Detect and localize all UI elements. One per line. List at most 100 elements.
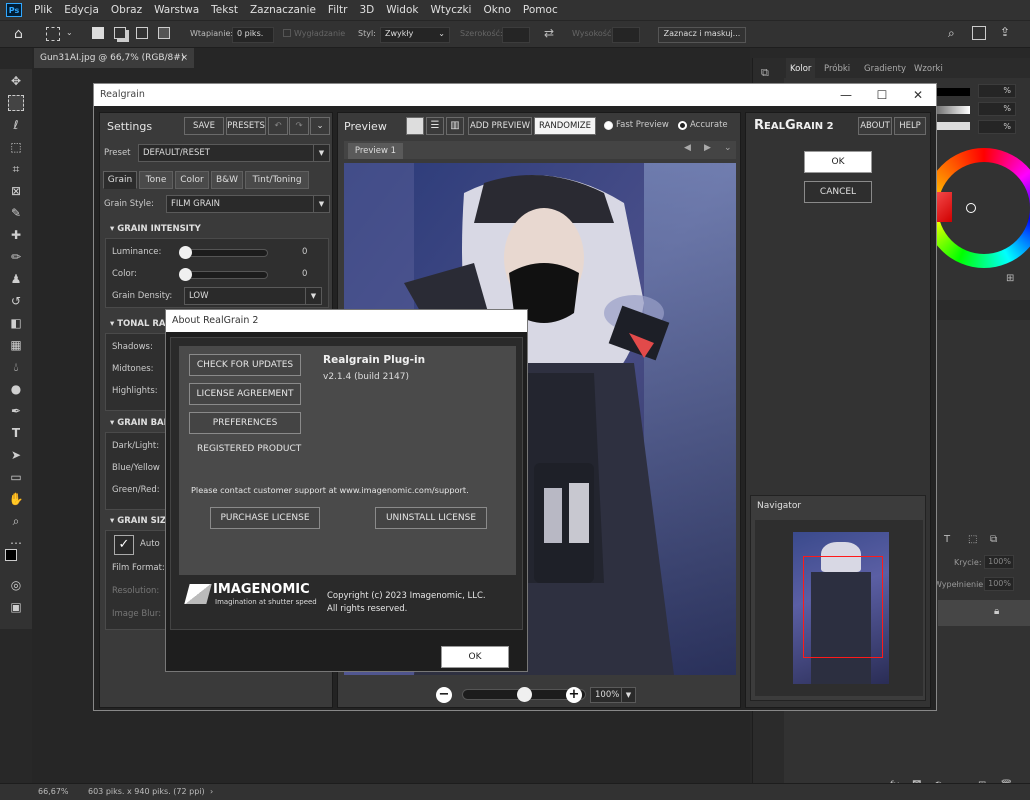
menu-image[interactable]: Obraz — [105, 4, 148, 16]
menu-select[interactable]: Zaznaczanie — [244, 4, 322, 16]
brush-tool-icon[interactable]: ✏ — [8, 249, 24, 265]
close-icon[interactable]: ✕ — [900, 84, 936, 106]
about-ok-button[interactable]: OK — [441, 646, 509, 668]
menu-type[interactable]: Tekst — [205, 4, 244, 16]
slider-knob[interactable] — [179, 268, 192, 281]
tab-color[interactable]: Kolor — [786, 58, 816, 78]
screen-mode-icon[interactable]: ▣ — [8, 599, 24, 615]
zoom-in-icon[interactable]: + — [566, 687, 582, 703]
fast-preview-radio[interactable] — [604, 121, 613, 130]
eraser-tool-icon[interactable]: ◧ — [8, 315, 24, 331]
section-grain-balance[interactable]: ▾ GRAIN BAL — [110, 418, 169, 428]
tab-patterns[interactable]: Wzorki — [914, 64, 943, 74]
color-value-field[interactable]: % — [978, 84, 1016, 98]
rect-marquee-tool-icon[interactable] — [8, 95, 24, 111]
healing-tool-icon[interactable]: ✚ — [8, 227, 24, 243]
single-view-icon[interactable] — [406, 117, 424, 135]
panel-options-icon[interactable]: ⊞ — [1006, 273, 1014, 284]
split-horizontal-icon[interactable]: ☰ — [426, 117, 444, 135]
maximize-icon[interactable]: ☐ — [864, 84, 900, 106]
pen-tool-icon[interactable]: ✒ — [8, 403, 24, 419]
slider-knob[interactable] — [179, 246, 192, 259]
tab-grain[interactable]: Grain — [103, 171, 137, 189]
auto-checkbox[interactable]: ✓ — [114, 535, 134, 555]
share-icon[interactable]: ⇪ — [1000, 25, 1010, 39]
color-value-field[interactable]: % — [978, 120, 1016, 134]
color-slider-bar[interactable] — [934, 88, 970, 96]
section-grain-intensity[interactable]: ▾ GRAIN INTENSITY — [110, 224, 201, 234]
undo-icon[interactable]: ↶ — [268, 117, 288, 135]
add-preview-button[interactable]: ADD PREVIEW — [468, 117, 532, 135]
chevron-down-icon[interactable]: ⌄ — [724, 143, 732, 153]
smart-filter-icon[interactable]: ⧉ — [990, 534, 997, 545]
close-icon[interactable]: × — [180, 48, 188, 68]
ok-button[interactable]: OK — [804, 151, 872, 173]
chevron-right-icon[interactable]: ▶ — [704, 143, 711, 153]
intersect-selection-icon[interactable] — [158, 27, 170, 39]
menu-filter[interactable]: Filtr — [322, 4, 354, 16]
foreground-color-swatch[interactable] — [5, 549, 17, 561]
color-wheel[interactable] — [922, 148, 1030, 268]
gradient-tool-icon[interactable]: ▦ — [8, 337, 24, 353]
minimize-icon[interactable]: — — [828, 84, 864, 106]
new-selection-icon[interactable] — [92, 27, 104, 39]
menu-edit[interactable]: Edycja — [58, 4, 105, 16]
redo-icon[interactable]: ↷ — [289, 117, 309, 135]
menu-plugins[interactable]: Wtyczki — [424, 4, 477, 16]
stamp-tool-icon[interactable]: ♟ — [8, 271, 24, 287]
height-input[interactable] — [612, 27, 640, 43]
menu-window[interactable]: Okno — [477, 4, 516, 16]
feather-input[interactable]: 0 piks. — [232, 27, 274, 43]
menu-layer[interactable]: Warstwa — [148, 4, 205, 16]
tab-color[interactable]: Color — [175, 171, 209, 189]
grain-density-select[interactable]: LOW ▼ — [184, 287, 322, 305]
section-grain-size[interactable]: ▾ GRAIN SIZE — [110, 516, 172, 526]
tab-tone[interactable]: Tone — [139, 171, 173, 189]
purchase-license-button[interactable]: PURCHASE LICENSE — [210, 507, 320, 529]
help-button[interactable]: HELP — [894, 117, 926, 135]
search-icon[interactable]: ⌕ — [948, 26, 955, 41]
quick-select-tool-icon[interactable]: ⬚ — [8, 139, 24, 155]
zoom-slider-knob[interactable] — [516, 687, 532, 702]
split-vertical-icon[interactable]: ▥ — [446, 117, 464, 135]
save-button[interactable]: SAVE — [184, 117, 224, 135]
path-select-tool-icon[interactable]: ➤ — [8, 447, 24, 463]
frame-tool-icon[interactable]: ⊠ — [8, 183, 24, 199]
antialias-checkbox[interactable] — [283, 29, 291, 37]
subtract-selection-icon[interactable] — [136, 27, 148, 39]
check-updates-button[interactable]: CHECK FOR UPDATES — [189, 354, 301, 376]
tab-swatches[interactable]: Próbki — [824, 64, 850, 74]
navigator-viewport-box[interactable] — [803, 556, 883, 658]
select-and-mask-button[interactable]: Zaznacz i maskuj... — [658, 27, 746, 43]
zoom-tool-icon[interactable]: ⌕ — [8, 513, 24, 529]
fill-input[interactable]: 100% — [984, 577, 1014, 591]
preferences-button[interactable]: PREFERENCES — [189, 412, 301, 434]
cancel-button[interactable]: CANCEL — [804, 181, 872, 203]
menu-file[interactable]: Plik — [28, 4, 58, 16]
zoom-select[interactable]: 100% ▼ — [590, 687, 636, 703]
swap-icon[interactable]: ⇄ — [544, 26, 554, 40]
workspace-icon[interactable] — [972, 26, 986, 40]
color-value-field[interactable]: % — [978, 102, 1016, 116]
uninstall-license-button[interactable]: UNINSTALL LICENSE — [375, 507, 487, 529]
tab-gradients[interactable]: Gradienty — [864, 64, 906, 74]
chevron-right-icon[interactable]: › — [210, 787, 213, 796]
hand-tool-icon[interactable]: ✋ — [8, 491, 24, 507]
chevron-down-icon[interactable]: ⌄ — [310, 117, 330, 135]
type-tool-icon[interactable]: T — [8, 425, 24, 441]
color-slider[interactable] — [179, 268, 268, 281]
grain-style-select[interactable]: FILM GRAIN ▼ — [166, 195, 330, 213]
menu-help[interactable]: Pomoc — [517, 4, 564, 16]
license-agreement-button[interactable]: LICENSE AGREEMENT — [189, 383, 301, 405]
crop-tool-icon[interactable]: ⌗ — [8, 161, 24, 177]
color-slider-bar[interactable] — [934, 106, 970, 114]
move-tool-icon[interactable]: ✥ — [8, 73, 24, 89]
menu-3d[interactable]: 3D — [353, 4, 380, 16]
opacity-input[interactable]: 100% — [984, 555, 1014, 569]
randomize-button[interactable]: RANDOMIZE — [534, 117, 596, 135]
presets-button[interactable]: PRESETS — [226, 117, 266, 135]
navigator-view[interactable] — [755, 520, 923, 696]
history-brush-tool-icon[interactable]: ↺ — [8, 293, 24, 309]
add-selection-icon[interactable] — [114, 27, 126, 39]
about-button[interactable]: ABOUT — [858, 117, 892, 135]
